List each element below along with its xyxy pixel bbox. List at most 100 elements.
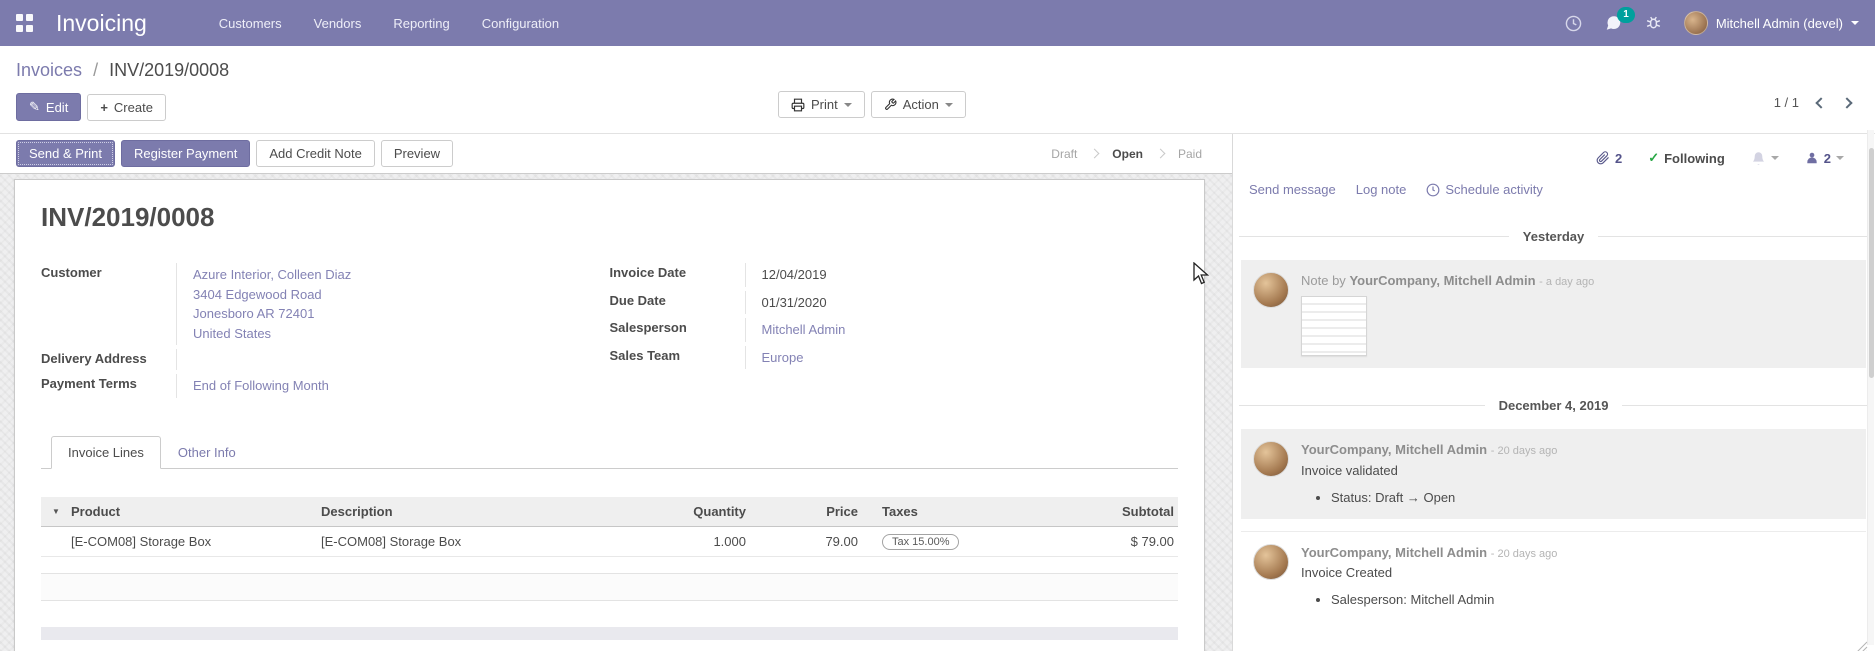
pager-previous-button[interactable] — [1815, 97, 1826, 108]
sort-caret-icon[interactable]: ▼ — [41, 507, 71, 516]
breadcrumb-invoices[interactable]: Invoices — [16, 60, 82, 80]
preview-button[interactable]: Preview — [381, 140, 453, 167]
activities-clock-icon[interactable] — [1565, 15, 1582, 32]
sales-team-label: Sales Team — [610, 346, 745, 370]
tab-other-info[interactable]: Other Info — [161, 436, 253, 469]
followers-button[interactable]: 2 — [1805, 151, 1844, 166]
register-payment-button[interactable]: Register Payment — [121, 140, 250, 167]
send-print-button[interactable]: Send & Print — [16, 140, 115, 167]
pager-value: 1 / 1 — [1774, 95, 1799, 110]
breadcrumb-current: INV/2019/0008 — [109, 60, 229, 80]
header-quantity[interactable]: Quantity — [621, 504, 746, 519]
customer-city[interactable]: Jonesboro AR 72401 — [193, 304, 610, 324]
control-panel: Invoices / INV/2019/0008 ✎ Edit + Create… — [0, 46, 1875, 133]
invoice-date-value: 12/04/2019 — [762, 267, 827, 282]
customer-country[interactable]: United States — [193, 324, 610, 344]
top-navbar: Invoicing Customers Vendors Reporting Co… — [0, 0, 1875, 46]
menu-vendors[interactable]: Vendors — [302, 8, 374, 39]
create-button[interactable]: + Create — [87, 94, 166, 121]
avatar — [1253, 544, 1289, 580]
message-author[interactable]: YourCompany, Mitchell Admin — [1301, 545, 1487, 560]
user-name: Mitchell Admin (devel) — [1716, 16, 1843, 31]
table-row[interactable]: [E-COM08] Storage Box [E-COM08] Storage … — [41, 527, 1178, 557]
following-button[interactable]: ✓ Following — [1648, 150, 1725, 166]
payment-terms-value[interactable]: End of Following Month — [193, 378, 329, 393]
invoice-number-title: INV/2019/0008 — [41, 202, 1178, 233]
cell-quantity: 1.000 — [621, 534, 746, 549]
print-dropdown-button[interactable]: Print — [778, 91, 865, 118]
tax-badge: Tax 15.00% — [882, 534, 959, 550]
attachments-count: 2 — [1615, 151, 1622, 166]
bell-icon — [1751, 151, 1766, 166]
message-author[interactable]: YourCompany, Mitchell Admin — [1301, 442, 1487, 457]
form-view: Send & Print Register Payment Add Credit… — [0, 134, 1233, 651]
tracking-value: Status: Draft → Open — [1331, 490, 1557, 505]
statusbar: Send & Print Register Payment Add Credit… — [0, 134, 1232, 174]
cell-product: [E-COM08] Storage Box — [71, 534, 321, 549]
chevron-down-icon — [1771, 156, 1779, 160]
header-subtotal[interactable]: Subtotal — [1043, 504, 1178, 519]
notifications-bell-button[interactable] — [1751, 151, 1779, 166]
header-taxes[interactable]: Taxes — [858, 504, 1043, 519]
message-author[interactable]: YourCompany, Mitchell Admin — [1349, 273, 1535, 288]
action-dropdown-button[interactable]: Action — [871, 91, 966, 118]
delivery-address-label: Delivery Address — [41, 349, 176, 370]
delivery-address-value[interactable] — [176, 349, 610, 370]
header-description[interactable]: Description — [321, 504, 621, 519]
form-background: INV/2019/0008 Customer Azure Interior, C… — [0, 174, 1232, 651]
scrollbar-thumb[interactable] — [1869, 148, 1874, 378]
chatter-message: YourCompany, Mitchell Admin - 20 days ag… — [1241, 531, 1866, 621]
edit-button[interactable]: ✎ Edit — [16, 93, 81, 121]
breadcrumb: Invoices / INV/2019/0008 — [16, 54, 1859, 91]
attachment-thumbnail[interactable] — [1301, 296, 1367, 356]
customer-name-link[interactable]: Azure Interior, Colleen Diaz — [193, 265, 610, 285]
avatar — [1253, 441, 1289, 477]
notebook-tabs: Invoice Lines Other Info — [41, 436, 1178, 469]
menu-customers[interactable]: Customers — [207, 8, 294, 39]
debug-bug-icon[interactable] — [1645, 15, 1662, 32]
chevron-down-icon — [1836, 156, 1844, 160]
message-time: - a day ago — [1539, 276, 1594, 288]
customer-street[interactable]: 3404 Edgewood Road — [193, 285, 610, 305]
date-separator: Yesterday — [1239, 229, 1868, 244]
salesperson-value[interactable]: Mitchell Admin — [762, 322, 846, 337]
salesperson-label: Salesperson — [610, 318, 745, 342]
followers-count: 2 — [1824, 151, 1831, 166]
empty-table-row — [41, 573, 1178, 601]
plus-icon: + — [100, 100, 108, 115]
message-body: Invoice Created — [1301, 565, 1557, 580]
messages-bubble-icon[interactable]: 1 — [1604, 14, 1623, 32]
add-credit-note-button[interactable]: Add Credit Note — [256, 140, 375, 167]
sales-team-value[interactable]: Europe — [762, 350, 804, 365]
attachments-button[interactable]: 2 — [1596, 151, 1622, 166]
send-message-button[interactable]: Send message — [1249, 182, 1336, 197]
cell-subtotal: $ 79.00 — [1043, 534, 1178, 549]
status-paid[interactable]: Paid — [1178, 147, 1202, 161]
tab-invoice-lines[interactable]: Invoice Lines — [51, 436, 161, 469]
user-menu[interactable]: Mitchell Admin (devel) — [1684, 11, 1859, 35]
chatter-message: YourCompany, Mitchell Admin - 20 days ag… — [1241, 429, 1866, 518]
chatter-panel: 2 ✓ Following 2 Send message Log note Sc… — [1233, 134, 1874, 651]
avatar — [1253, 272, 1289, 308]
vertical-scrollbar[interactable] — [1867, 130, 1874, 645]
status-open[interactable]: Open — [1112, 147, 1143, 161]
tracking-value: Salesperson: Mitchell Admin — [1331, 592, 1557, 607]
message-time: - 20 days ago — [1491, 445, 1558, 457]
user-avatar — [1684, 11, 1708, 35]
menu-reporting[interactable]: Reporting — [381, 8, 461, 39]
log-note-button[interactable]: Log note — [1356, 182, 1407, 197]
pencil-icon: ✎ — [29, 99, 40, 115]
chevron-down-icon — [844, 103, 852, 107]
app-brand[interactable]: Invoicing — [56, 10, 147, 37]
pager-next-button[interactable] — [1841, 97, 1852, 108]
apps-grid-icon[interactable] — [16, 14, 34, 32]
customer-value[interactable]: Azure Interior, Colleen Diaz 3404 Edgewo… — [176, 263, 610, 345]
menu-configuration[interactable]: Configuration — [470, 8, 571, 39]
separator-label: December 4, 2019 — [1499, 398, 1609, 413]
status-draft[interactable]: Draft — [1051, 147, 1077, 161]
check-icon: ✓ — [1648, 150, 1659, 166]
header-product[interactable]: Product — [71, 504, 321, 519]
cell-price: 79.00 — [746, 534, 858, 549]
header-price[interactable]: Price — [746, 504, 858, 519]
schedule-activity-button[interactable]: Schedule activity — [1426, 182, 1543, 197]
